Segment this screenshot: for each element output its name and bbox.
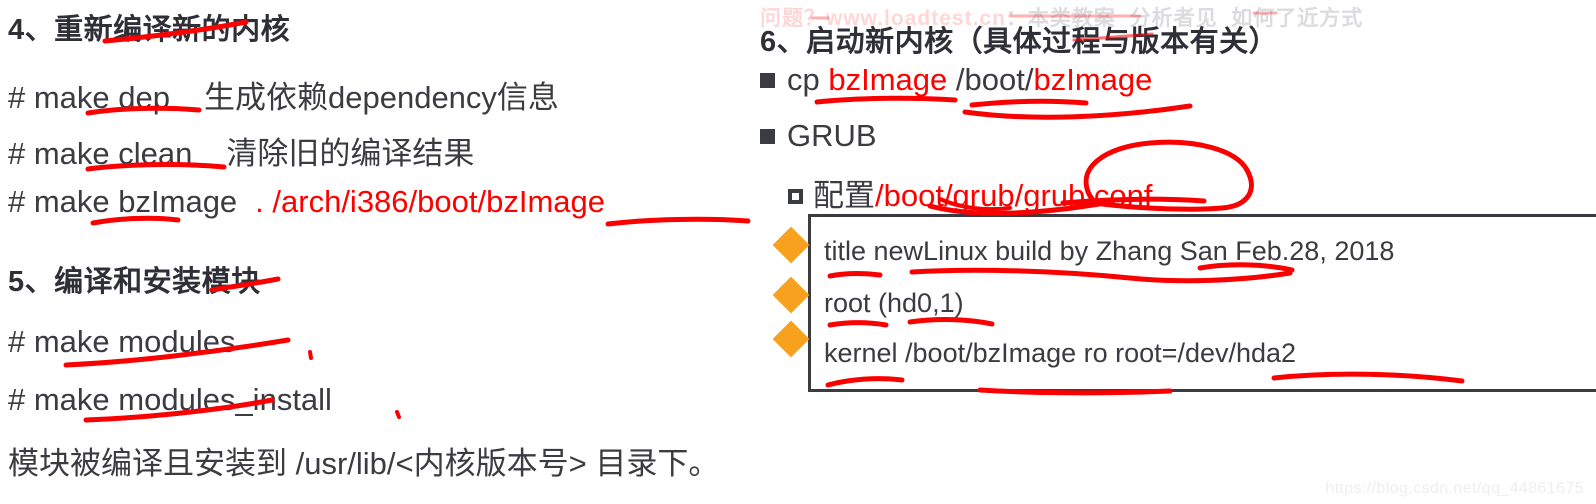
command-make-dep: # make dep 生成依赖dependency信息 [8,72,559,117]
heading-section-4: 4、重新编译新的内核 [8,14,291,46]
slide-canvas: 4、重新编译新的内核 # make dep 生成依赖dependency信息 # … [0,0,1596,504]
diamond-bullet-icon [772,320,810,358]
grub-entry-kernel: kernel /boot/bzImage ro root=/dev/hda2 [824,338,1297,368]
modules-install-note: 模块被编译且安装到 /usr/lib/<内核版本号> 目录下。 [8,446,720,481]
command-make-dep-text: # make dep [8,80,170,115]
hollow-square-bullet-icon [788,189,803,204]
bullet-grub: GRUB [760,118,877,154]
grub-label: GRUB [787,118,877,153]
heading-section-5: 5、编译和安装模块 [8,266,261,298]
grub-entry-title: title newLinux build by Zhang San Feb.28… [824,236,1395,266]
cp-dest-file: bzImage [1033,62,1153,97]
cp-keyword: cp [787,62,820,97]
right-column: 问题？www.loadtest.cn：本类教案 分析者见 如何了近方式 6、启动… [760,0,1596,504]
cp-dest-dir: /boot/ [955,62,1034,97]
command-make-bzimage: # make bzImage . /arch/i386/boot/bzImage [8,184,605,220]
command-make-clean-note: 清除旧的编译结果 [226,136,475,171]
grub-conf-path: /boot/grub/grub.conf [875,178,1153,213]
bullet-cp-command: cp bzImage /boot/bzImage [760,62,1152,98]
grub-entry-root: root (hd0,1) [824,288,964,318]
bzimage-output-path: . /arch/i386/boot/bzImage [255,184,605,219]
bullet-grub-config: 配置/boot/grub/grub.conf [788,170,1152,215]
square-bullet-icon [760,129,775,144]
cp-source: bzImage [828,62,948,97]
watermark-url: https://blog.csdn.net/qq_44861675 [1325,480,1584,497]
square-bullet-icon [760,73,775,88]
command-make-clean: # make clean 清除旧的编译结果 [8,128,474,173]
diamond-bullet-icon [772,276,810,314]
command-make-modules-install: # make modules_install [8,382,332,417]
left-column: 4、重新编译新的内核 # make dep 生成依赖dependency信息 # … [0,0,760,504]
command-make-modules: # make modules [8,324,236,359]
command-make-clean-text: # make clean [8,136,193,171]
command-make-bzimage-text: # make bzImage [8,184,238,219]
config-label: 配置 [813,178,875,213]
diamond-bullet-icon [772,226,810,264]
command-make-dep-note: 生成依赖dependency信息 [204,80,559,115]
heading-section-6: 6、启动新内核（具体过程与版本有关） [760,26,1279,58]
